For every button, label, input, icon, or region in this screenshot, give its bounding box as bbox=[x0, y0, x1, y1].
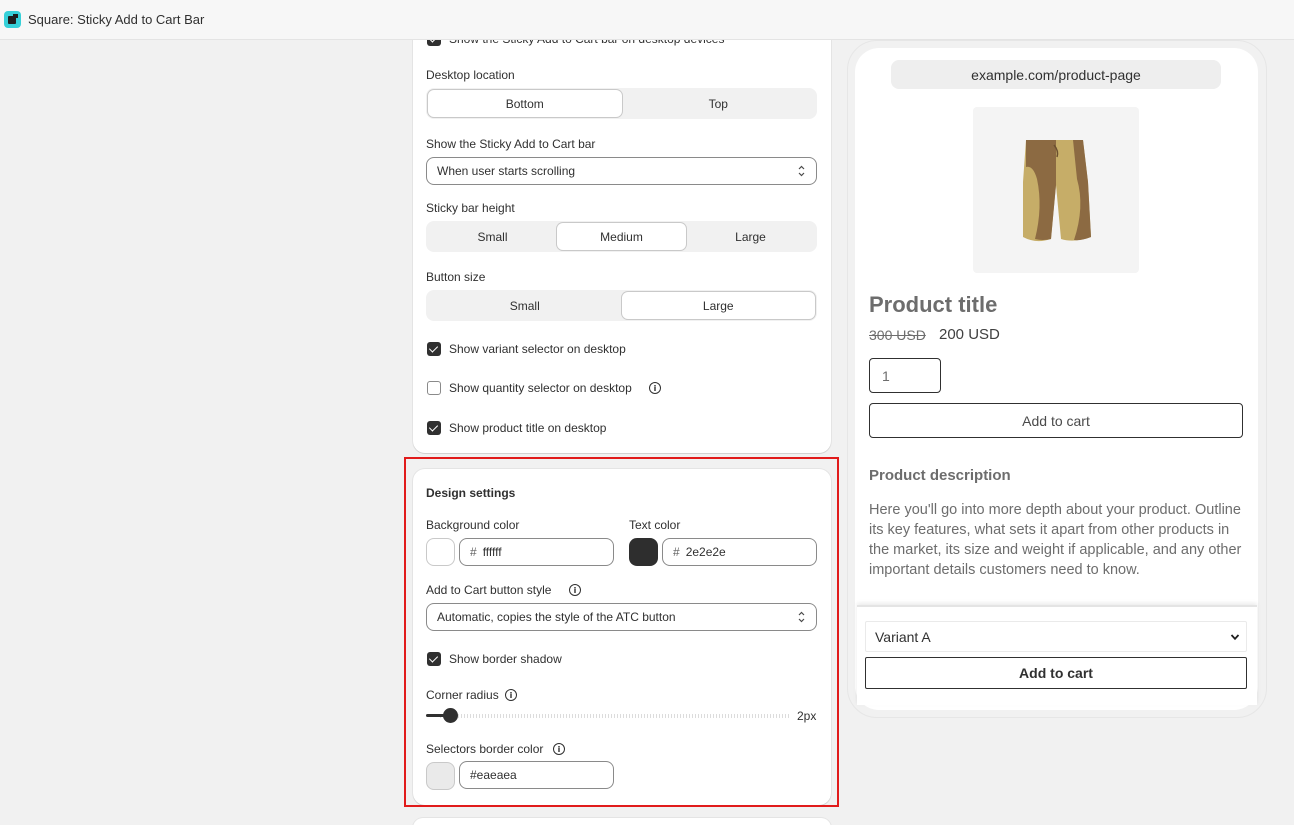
text-color-input[interactable]: # 2e2e2e bbox=[662, 538, 817, 566]
preview-product-title: Product title bbox=[869, 292, 998, 317]
corner-radius-value: 2px bbox=[797, 709, 817, 723]
corner-radius-info-icon[interactable]: i bbox=[505, 689, 517, 701]
text-color-label: Text color bbox=[629, 518, 681, 532]
sticky-add-to-cart-label: Add to cart bbox=[1019, 665, 1093, 681]
desktop-location-segmented: Bottom Top bbox=[426, 88, 817, 119]
sticky-add-to-cart-button[interactable]: Add to cart bbox=[865, 657, 1247, 689]
selectors-border-info-icon[interactable]: i bbox=[553, 743, 565, 755]
product-title-label: Show product title on desktop bbox=[449, 421, 607, 435]
bar-height-medium[interactable]: Medium bbox=[557, 223, 686, 250]
select-chevron-icon bbox=[798, 611, 805, 623]
preview-url-bar: example.com/product-page bbox=[891, 60, 1221, 89]
button-size-segmented: Small Large bbox=[426, 290, 817, 321]
bar-height-label: Sticky bar height bbox=[426, 201, 515, 215]
selectors-border-value: #eaeaea bbox=[470, 768, 517, 782]
chevron-down-icon bbox=[1230, 634, 1240, 641]
preview-description: Here you'll go into more depth about you… bbox=[869, 502, 1242, 578]
corner-radius-label: Corner radius bbox=[426, 688, 499, 702]
next-settings-card bbox=[413, 818, 831, 825]
corner-radius-track[interactable] bbox=[440, 714, 790, 718]
quantity-info-icon[interactable]: i bbox=[649, 382, 661, 394]
background-color-swatch[interactable] bbox=[426, 538, 455, 566]
text-color-hash: # bbox=[673, 545, 680, 559]
sticky-variant-value: Variant A bbox=[875, 628, 931, 645]
corner-radius-thumb[interactable] bbox=[443, 708, 458, 723]
sticky-add-to-cart-bar bbox=[857, 605, 1257, 705]
bar-height-small[interactable]: Small bbox=[428, 223, 557, 250]
window-title: Square: Sticky Add to Cart Bar bbox=[28, 12, 205, 27]
atc-style-select[interactable]: Automatic, copies the style of the ATC b… bbox=[426, 603, 817, 631]
preview-add-to-cart-button[interactable]: Add to cart bbox=[869, 403, 1243, 438]
selectors-border-input[interactable]: #eaeaea bbox=[459, 761, 614, 789]
variant-selector-checkbox[interactable] bbox=[427, 342, 441, 356]
quantity-selector-label: Show quantity selector on desktop bbox=[449, 381, 632, 395]
show-bar-select[interactable]: When user starts scrolling bbox=[426, 157, 817, 185]
button-size-small[interactable]: Small bbox=[428, 292, 622, 319]
window-titlebar: Square: Sticky Add to Cart Bar bbox=[0, 0, 1294, 40]
app-logo-icon bbox=[4, 11, 21, 28]
preview-add-to-cart-label: Add to cart bbox=[1022, 412, 1090, 429]
atc-style-label: Add to Cart button style bbox=[426, 583, 552, 597]
design-settings-title: Design settings bbox=[426, 486, 516, 500]
desktop-location-bottom[interactable]: Bottom bbox=[428, 90, 622, 117]
desktop-location-top[interactable]: Top bbox=[622, 90, 816, 117]
atc-style-value: Automatic, copies the style of the ATC b… bbox=[437, 610, 676, 624]
preview-url: example.com/product-page bbox=[971, 66, 1141, 83]
bar-height-segmented: Small Medium Large bbox=[426, 221, 817, 252]
show-bar-value: When user starts scrolling bbox=[437, 164, 576, 178]
selectors-border-swatch[interactable] bbox=[426, 762, 455, 790]
border-shadow-checkbox[interactable] bbox=[427, 652, 441, 666]
desktop-location-label: Desktop location bbox=[426, 68, 515, 82]
button-size-large[interactable]: Large bbox=[621, 292, 815, 319]
bar-height-large[interactable]: Large bbox=[686, 223, 815, 250]
show-bar-label: Show the Sticky Add to Cart bar bbox=[426, 137, 596, 151]
border-shadow-label: Show border shadow bbox=[449, 652, 562, 666]
shorts-image-icon bbox=[1023, 140, 1091, 242]
atc-style-info-icon[interactable]: i bbox=[569, 584, 581, 596]
preview-new-price: 200 USD bbox=[939, 326, 1000, 343]
variant-selector-label: Show variant selector on desktop bbox=[449, 342, 626, 356]
background-color-input[interactable]: # ffffff bbox=[459, 538, 614, 566]
background-color-value: ffffff bbox=[482, 545, 502, 559]
background-color-hash: # bbox=[470, 545, 477, 559]
text-color-swatch[interactable] bbox=[629, 538, 658, 566]
selectors-border-label: Selectors border color bbox=[426, 742, 544, 756]
preview-description-heading: Product description bbox=[869, 467, 1011, 484]
product-title-checkbox[interactable] bbox=[427, 421, 441, 435]
background-color-label: Background color bbox=[426, 518, 520, 532]
quantity-selector-checkbox[interactable] bbox=[427, 381, 441, 395]
preview-old-price: 300 USD bbox=[869, 327, 926, 343]
preview-quantity-input[interactable]: 1 bbox=[869, 358, 941, 393]
text-color-value: 2e2e2e bbox=[685, 545, 726, 559]
select-chevron-icon bbox=[798, 165, 805, 177]
button-size-label: Button size bbox=[426, 270, 486, 284]
product-image bbox=[973, 107, 1139, 273]
sticky-variant-select[interactable]: Variant A bbox=[865, 621, 1247, 652]
preview-quantity-value: 1 bbox=[882, 367, 890, 384]
